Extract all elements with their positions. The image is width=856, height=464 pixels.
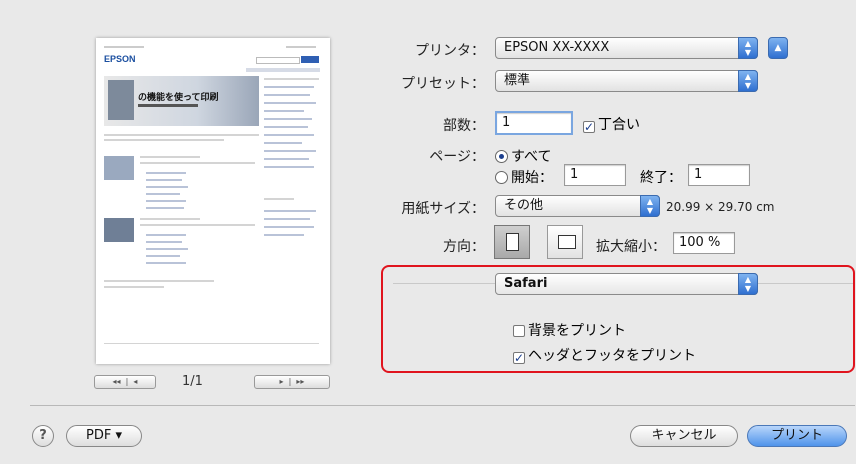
preview-sidebar-line [264, 126, 308, 128]
preview-nav [246, 68, 320, 72]
preview-link-line [146, 234, 186, 236]
portrait-button[interactable] [494, 225, 530, 259]
portrait-icon [506, 233, 519, 251]
paper-size-value: その他 [504, 198, 544, 213]
preview-sidebar-line [264, 142, 302, 144]
preview-header-line [286, 46, 316, 48]
landscape-icon [558, 235, 576, 249]
preview-sidebar-line [264, 234, 304, 236]
preview-link-line [146, 186, 188, 188]
scale-field[interactable]: 100 % [673, 232, 735, 254]
preview-link-line [146, 262, 186, 264]
pages-all-radio[interactable]: すべて [495, 146, 551, 166]
collated-checkbox[interactable]: ✓ 丁合い [583, 114, 640, 134]
scale-label: 拡大縮小： [596, 239, 666, 255]
radio-icon [495, 171, 508, 184]
preview-sidebar-line [264, 158, 309, 160]
preview-text-line [140, 156, 200, 158]
page-indicator: 1/1 [182, 374, 203, 389]
pages-all-label: すべて [511, 149, 552, 165]
popup-arrows-icon: ▲ ▼ [738, 37, 758, 59]
pages-from-field[interactable]: 1 [564, 164, 626, 186]
copies-label: 部数： [443, 118, 485, 134]
preview-search-field [256, 57, 300, 64]
popup-arrows-icon: ▲ ▼ [738, 70, 758, 92]
collated-label: 丁合い [598, 117, 640, 133]
pages-to-field[interactable]: 1 [688, 164, 750, 186]
printer-popup[interactable]: EPSON XX-XXXX ▲ ▼ [495, 37, 758, 59]
preview-header-line [104, 46, 144, 48]
paper-size-popup[interactable]: その他 ▲ ▼ [495, 195, 660, 217]
preview-banner-title: の機能を使って印刷 [138, 93, 219, 103]
pages-to-label: 終了： [640, 170, 682, 186]
preview-prev-buttons[interactable]: ◂◂ | ◂ [94, 375, 156, 389]
help-button[interactable]: ? [32, 425, 54, 447]
preview-link-line [146, 179, 182, 181]
printer-label: プリンタ： [415, 43, 485, 59]
preview-link-line [146, 207, 184, 209]
printer-value: EPSON XX-XXXX [504, 40, 610, 55]
preview-sidebar-line [264, 110, 304, 112]
preview-footer-rule [104, 343, 319, 344]
preview-link-line [146, 255, 180, 257]
paper-dimensions: 20.99 × 29.70 cm [666, 200, 775, 214]
preview-banner: の機能を使って印刷 [104, 76, 259, 126]
preset-value: 標準 [504, 73, 531, 88]
preview-sidebar-line [264, 86, 314, 88]
preview-sidebar-line [264, 150, 316, 152]
preset-popup[interactable]: 標準 ▲ ▼ [495, 70, 758, 92]
pages-label: ページ： [429, 149, 485, 165]
copies-field[interactable]: 1 [495, 111, 573, 135]
preview-banner-image [108, 80, 134, 120]
preview-text-line [104, 139, 224, 141]
highlight-box [381, 265, 855, 373]
pages-from-radio[interactable]: 開始： [495, 167, 553, 187]
popup-arrows-icon: ▲ ▼ [640, 195, 660, 217]
preview-sidebar-line [264, 78, 319, 80]
preview-banner-sub [138, 104, 198, 107]
preview-sidebar-line [264, 226, 314, 228]
preview-link-line [146, 172, 186, 174]
disclosure-button[interactable]: ▲ [768, 37, 788, 59]
preview-sidebar-line [264, 134, 314, 136]
preview-sidebar-line [264, 102, 316, 104]
preview-sidebar-line [264, 198, 294, 200]
pages-from-label: 開始： [511, 170, 553, 186]
page-preview: EPSON の機能を使って印刷 [96, 38, 330, 364]
preview-link-line [146, 200, 186, 202]
preset-label: プリセット： [401, 76, 485, 92]
preview-text-line [140, 224, 255, 226]
preview-link-line [146, 241, 182, 243]
preview-sidebar-line [264, 210, 316, 212]
cancel-button[interactable]: キャンセル [630, 425, 738, 447]
preview-text-line [104, 134, 259, 136]
checkmark-icon: ✓ [583, 120, 595, 134]
preview-thumbnail [104, 156, 134, 180]
preview-footer-line [104, 286, 164, 288]
pdf-button[interactable]: PDF ▾ [66, 425, 142, 447]
bottom-separator [30, 405, 855, 406]
preview-link-line [146, 193, 180, 195]
preview-sidebar-line [264, 94, 310, 96]
orientation-label: 方向： [443, 239, 485, 255]
preview-thumbnail [104, 218, 134, 242]
preview-sidebar-line [264, 118, 312, 120]
print-button[interactable]: プリント [747, 425, 847, 447]
preview-search-button [301, 56, 319, 63]
preview-text-line [140, 218, 200, 220]
preview-sidebar-line [264, 218, 310, 220]
radio-selected-icon [495, 150, 508, 163]
preview-logo: EPSON [104, 54, 136, 64]
preview-link-line [146, 248, 188, 250]
preview-text-line [140, 162, 255, 164]
preview-next-buttons[interactable]: ▸ | ▸▸ [254, 375, 330, 389]
landscape-button[interactable] [547, 225, 583, 259]
paper-size-label: 用紙サイズ： [401, 201, 485, 217]
preview-sidebar-line [264, 166, 314, 168]
preview-footer-line [104, 280, 214, 282]
